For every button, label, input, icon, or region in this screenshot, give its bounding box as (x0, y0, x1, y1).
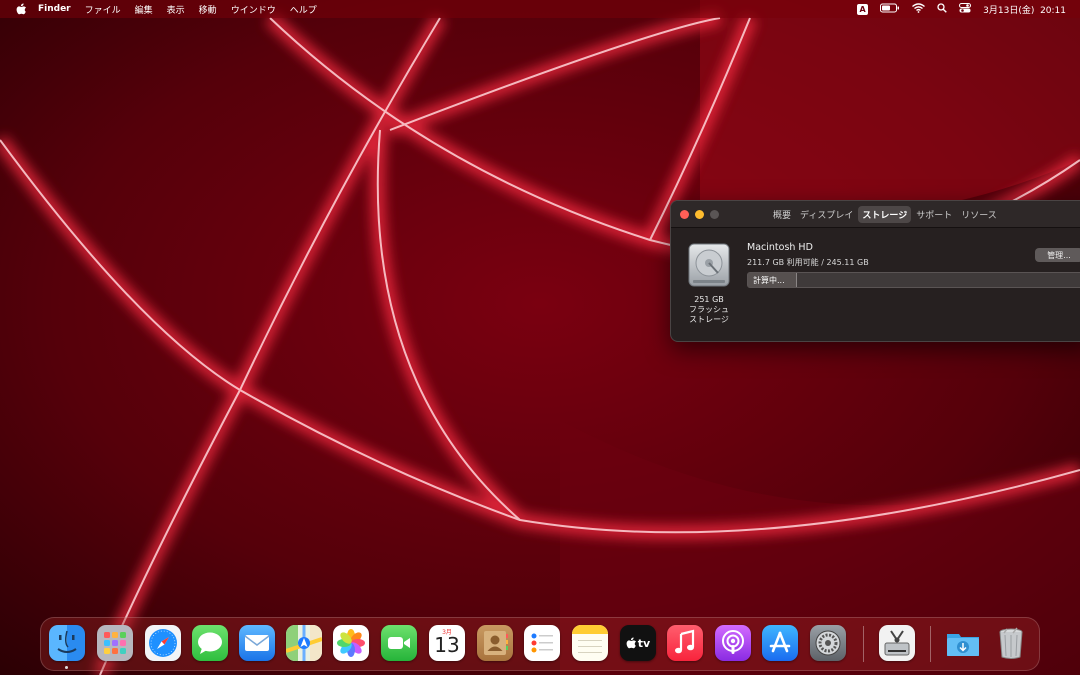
system-preferences-icon[interactable] (810, 625, 846, 661)
menu-file[interactable]: ファイル (85, 3, 121, 16)
minimize-window-button[interactable] (695, 210, 704, 219)
disk-utility-icon[interactable] (879, 625, 915, 661)
dock-separator-2 (930, 626, 931, 662)
safari-icon[interactable] (145, 625, 181, 661)
menu-help[interactable]: ヘルプ (290, 3, 317, 16)
battery-icon[interactable] (880, 3, 900, 16)
storage-usage-bar: 計算中... (747, 272, 1080, 288)
downloads-folder-icon[interactable] (945, 625, 981, 661)
notes-icon[interactable] (572, 625, 608, 661)
reminders-icon[interactable] (524, 625, 560, 661)
window-titlebar[interactable]: 概要 ディスプレイ ストレージ サポート リソース (671, 201, 1080, 228)
tab-resources[interactable]: リソース (957, 206, 1001, 223)
maps-icon[interactable] (286, 625, 322, 661)
contacts-icon[interactable] (477, 625, 513, 661)
input-source-icon[interactable]: A (857, 3, 869, 15)
dock-separator (863, 626, 864, 662)
disk-capacity: 251 GB (694, 295, 724, 304)
tab-overview[interactable]: 概要 (769, 206, 795, 223)
disk-caption: 251 GB フラッシュ ストレージ (677, 295, 741, 325)
menu-go[interactable]: 移動 (199, 3, 217, 16)
storage-status-label: 計算中... (753, 276, 785, 285)
window-tabs: 概要 ディスプレイ ストレージ サポート リソース (769, 206, 1002, 223)
menu-window[interactable]: ウインドウ (231, 3, 276, 16)
music-icon[interactable] (667, 625, 703, 661)
calendar-day-label: 13 (434, 633, 460, 657)
tab-support[interactable]: サポート (912, 206, 956, 223)
apple-tv-icon[interactable]: tv (620, 625, 656, 661)
calendar-icon[interactable]: 3月 13 (429, 625, 465, 661)
photos-icon[interactable] (333, 625, 369, 661)
mail-icon[interactable] (239, 625, 275, 661)
tab-storage[interactable]: ストレージ (858, 206, 912, 223)
control-center-icon[interactable] (959, 2, 972, 16)
hard-drive-icon (688, 243, 730, 287)
spotlight-search-icon[interactable] (937, 2, 947, 16)
manage-button[interactable]: 管理... (1035, 248, 1080, 262)
menu-finder[interactable]: Finder (38, 4, 71, 14)
app-store-icon[interactable] (762, 625, 798, 661)
close-window-button[interactable] (680, 210, 689, 219)
podcasts-icon[interactable] (715, 625, 751, 661)
disk-name: Macintosh HD (747, 242, 813, 253)
menubar-clock[interactable]: 3月13日(金) 20:11 (983, 3, 1066, 16)
zoom-window-button (710, 210, 719, 219)
trash-icon[interactable] (993, 625, 1029, 661)
tab-displays[interactable]: ディスプレイ (796, 206, 857, 223)
apple-menu-icon[interactable] (14, 2, 28, 16)
disk-type-line2: ストレージ (689, 315, 729, 324)
menu-view[interactable]: 表示 (167, 3, 185, 16)
disk-availability: 211.7 GB 利用可能 / 245.11 GB (747, 258, 869, 267)
finder-running-indicator (65, 666, 68, 669)
disk-type-line1: フラッシュ (689, 305, 729, 314)
facetime-icon[interactable] (381, 625, 417, 661)
messages-icon[interactable] (192, 625, 228, 661)
menu-bar: Finder ファイル 編集 表示 移動 ウインドウ ヘルプ A 3月13日(金… (0, 0, 1080, 18)
about-this-mac-window: 概要 ディスプレイ ストレージ サポート リソース 251 GB フラッシュ ス… (670, 200, 1080, 342)
apple-tv-label: tv (637, 636, 651, 650)
menu-edit[interactable]: 編集 (135, 3, 153, 16)
wifi-icon[interactable] (912, 2, 926, 16)
dock: 3月 13 tv (40, 617, 1040, 671)
finder-icon[interactable] (49, 625, 85, 661)
launchpad-icon[interactable] (97, 625, 133, 661)
